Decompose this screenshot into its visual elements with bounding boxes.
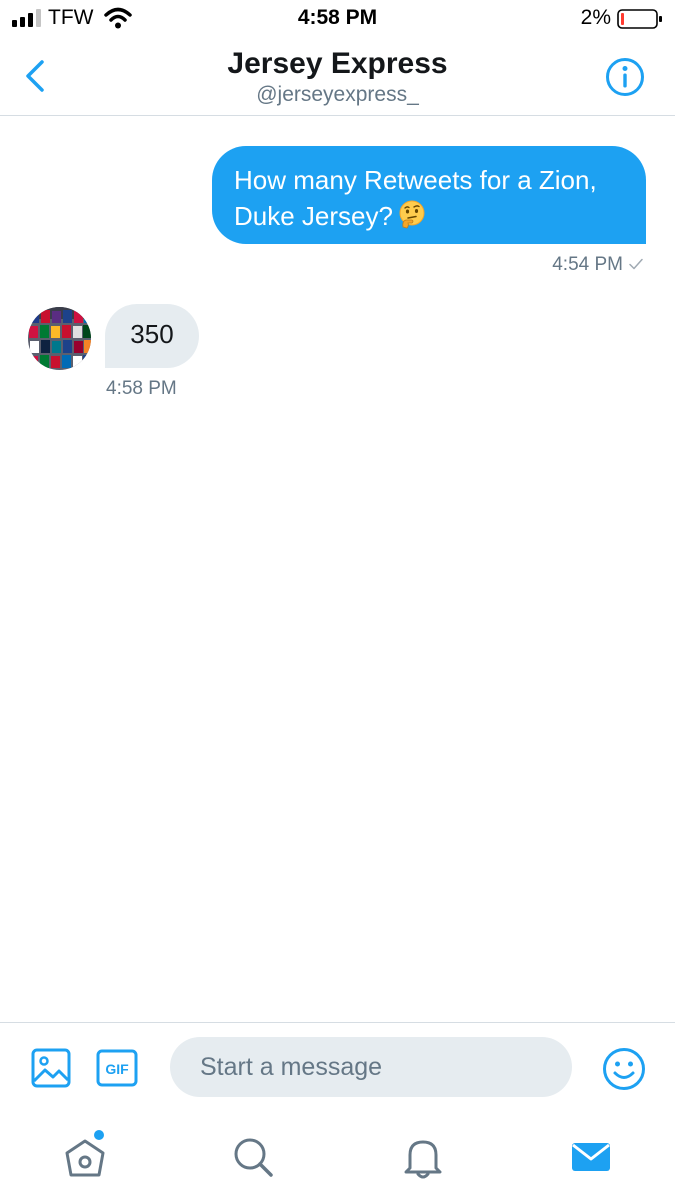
gif-icon-label: GIF bbox=[105, 1061, 129, 1077]
status-bar: TFW 4:58 PM 2% bbox=[0, 0, 675, 38]
info-icon[interactable] bbox=[605, 57, 645, 97]
emoji-icon[interactable] bbox=[602, 1047, 646, 1091]
tab-notifications[interactable] bbox=[398, 1132, 448, 1182]
received-message-time: 4:58 PM bbox=[106, 378, 177, 399]
conversation-title: Jersey Express bbox=[227, 47, 448, 80]
tab-search[interactable] bbox=[228, 1132, 278, 1182]
compose-bar: GIF bbox=[0, 1022, 675, 1121]
thinking-face-emoji bbox=[399, 200, 425, 229]
sent-message-line-1: How many Retweets for a Zion, bbox=[234, 165, 597, 195]
sent-message-line-2-text: Duke Jersey? bbox=[234, 201, 393, 231]
received-message-bubble[interactable]: 350 bbox=[105, 304, 199, 368]
conversation-header: Jersey Express @jerseyexpress_ bbox=[0, 38, 675, 116]
tab-bar bbox=[0, 1120, 675, 1200]
image-icon[interactable] bbox=[31, 1048, 71, 1088]
sent-message-line-2: Duke Jersey? bbox=[234, 198, 624, 234]
home-icon bbox=[65, 1139, 105, 1177]
gif-icon[interactable]: GIF bbox=[96, 1049, 138, 1087]
conversation-handle: @jerseyexpress_ bbox=[256, 83, 419, 106]
tab-messages[interactable] bbox=[566, 1132, 616, 1182]
status-time: 4:58 PM bbox=[297, 6, 378, 29]
avatar[interactable] bbox=[28, 307, 91, 370]
mail-icon bbox=[572, 1143, 610, 1171]
sent-message-time: 4:54 PM bbox=[552, 254, 623, 275]
message-input[interactable] bbox=[170, 1037, 572, 1097]
sent-message-bubble[interactable]: How many Retweets for a Zion, Duke Jerse… bbox=[212, 146, 646, 244]
sent-message-meta: 4:54 PM bbox=[552, 254, 643, 276]
bell-icon bbox=[404, 1140, 442, 1179]
received-message-text: 350 bbox=[130, 319, 174, 349]
battery-icon bbox=[617, 9, 662, 29]
check-icon bbox=[629, 258, 643, 270]
search-icon bbox=[234, 1138, 273, 1177]
notification-dot bbox=[94, 1130, 104, 1140]
battery-percentage: 2% bbox=[580, 6, 611, 29]
tab-home[interactable] bbox=[60, 1130, 110, 1182]
avatar-image bbox=[28, 307, 91, 370]
